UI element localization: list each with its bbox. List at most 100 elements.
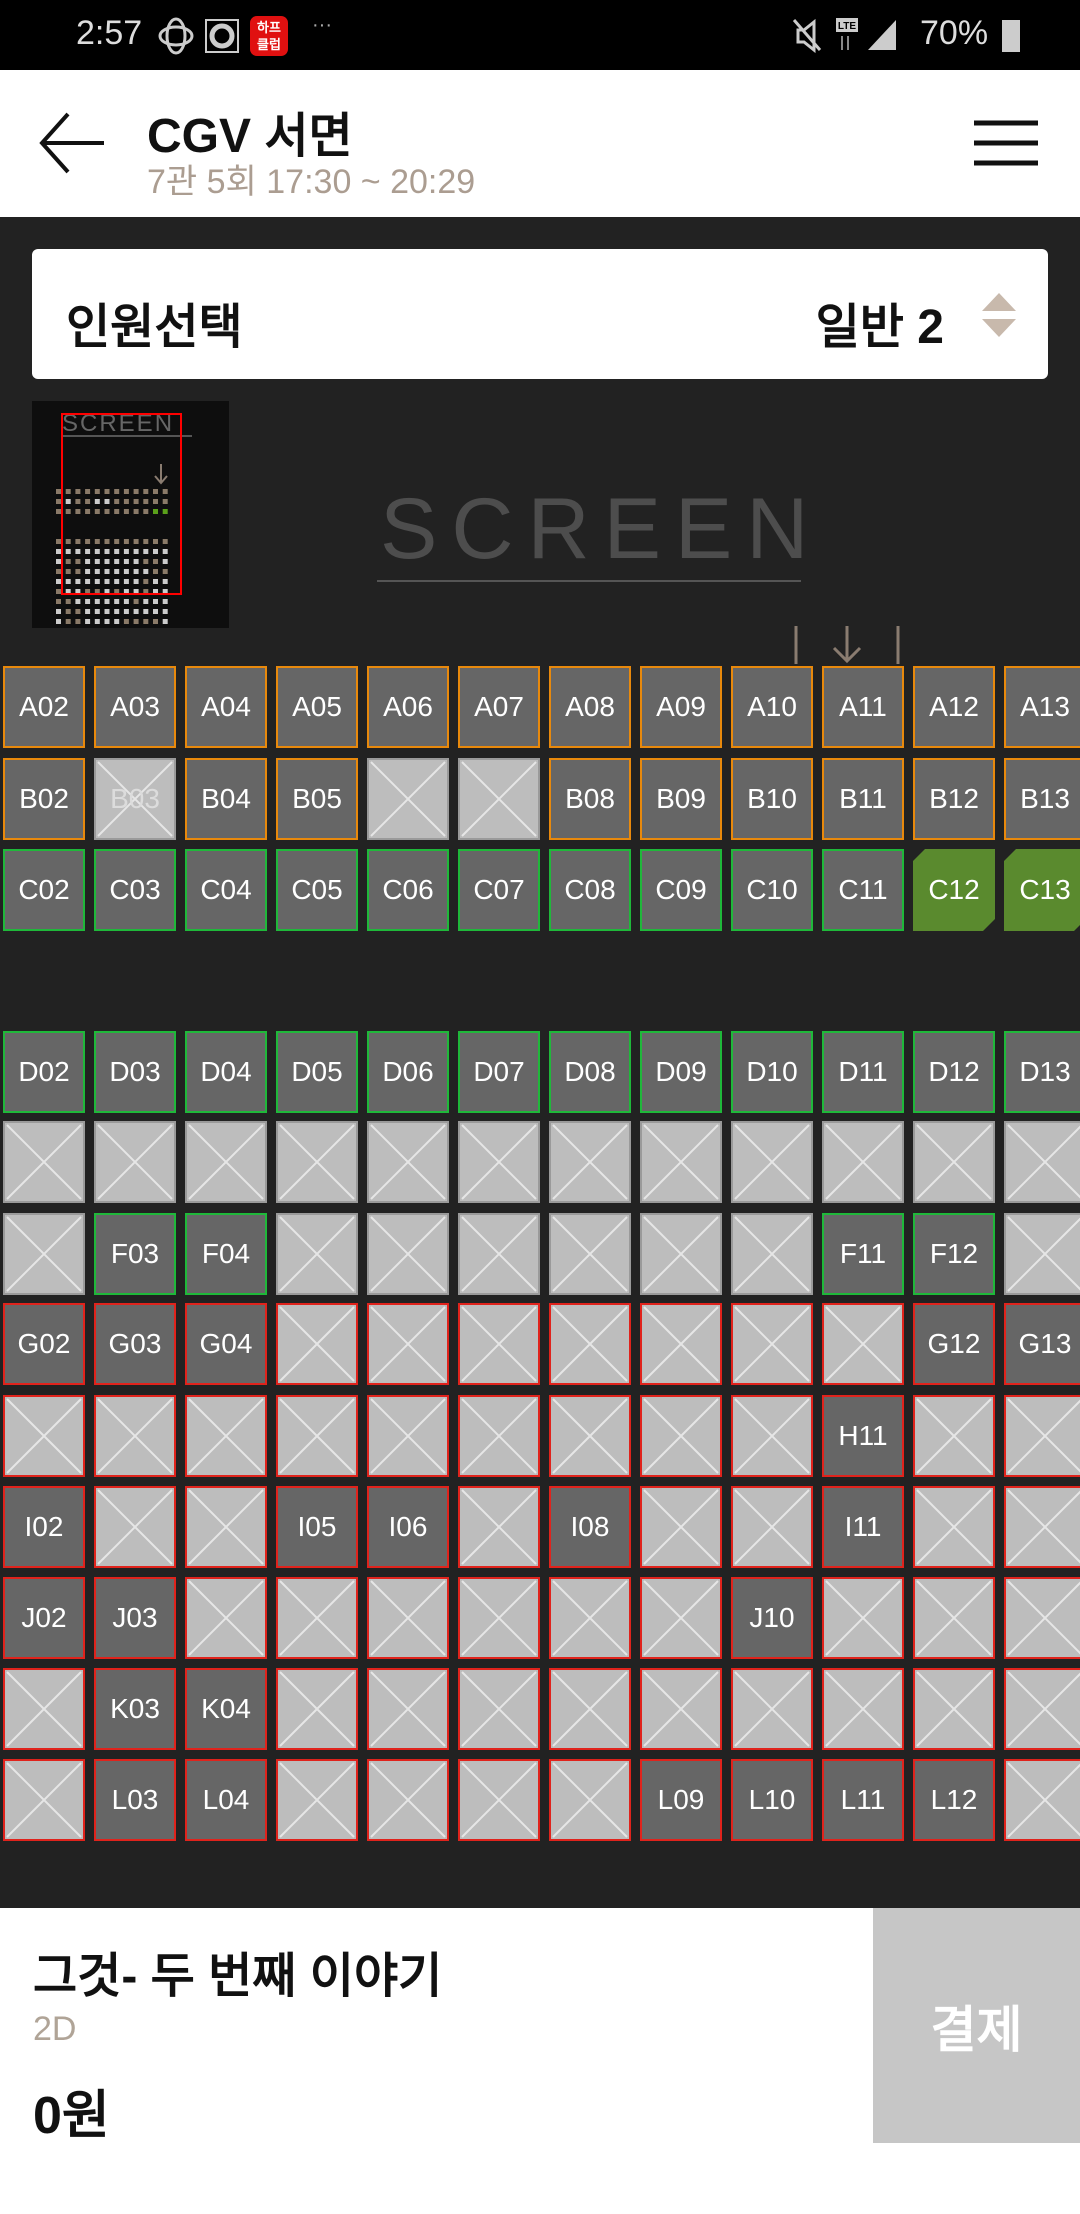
unavailable-x-icon bbox=[6, 1124, 82, 1200]
app-badge-icon: 하프클럽 bbox=[250, 16, 288, 56]
seat-B13[interactable]: B13 bbox=[1004, 758, 1080, 840]
seat-I05[interactable]: I05 bbox=[276, 1486, 358, 1568]
seat-L11[interactable]: L11 bbox=[822, 1759, 904, 1841]
seat-L09[interactable]: L09 bbox=[640, 1759, 722, 1841]
seat-D03[interactable]: D03 bbox=[94, 1031, 176, 1113]
seat-D11[interactable]: D11 bbox=[822, 1031, 904, 1113]
seat-C11[interactable]: C11 bbox=[822, 849, 904, 931]
seat-L12[interactable]: L12 bbox=[913, 1759, 995, 1841]
seat-label: D02 bbox=[18, 1056, 70, 1087]
seat-L03[interactable]: L03 bbox=[94, 1759, 176, 1841]
seat-H11[interactable]: H11 bbox=[822, 1395, 904, 1477]
back-button[interactable] bbox=[38, 110, 108, 176]
seat-I02[interactable]: I02 bbox=[3, 1486, 85, 1568]
minimap-viewport[interactable] bbox=[61, 413, 182, 595]
menu-button[interactable] bbox=[974, 118, 1038, 168]
seat-A04[interactable]: A04 bbox=[185, 666, 267, 748]
seat-D10[interactable]: D10 bbox=[731, 1031, 813, 1113]
seat-C07[interactable]: C07 bbox=[458, 849, 540, 931]
seat-minimap[interactable]: SCREEN bbox=[32, 401, 229, 628]
seat-A12[interactable]: A12 bbox=[913, 666, 995, 748]
seat-L04[interactable]: L04 bbox=[185, 1759, 267, 1841]
seat-K03[interactable]: K03 bbox=[94, 1668, 176, 1750]
seat-A05[interactable]: A05 bbox=[276, 666, 358, 748]
seat-C06[interactable]: C06 bbox=[367, 849, 449, 931]
unavailable-x-icon bbox=[6, 1398, 82, 1474]
seat-B04[interactable]: B04 bbox=[185, 758, 267, 840]
seat-D02[interactable]: D02 bbox=[3, 1031, 85, 1113]
seat-G02[interactable]: G02 bbox=[3, 1303, 85, 1385]
seat-C09[interactable]: C09 bbox=[640, 849, 722, 931]
seat-D07[interactable]: D07 bbox=[458, 1031, 540, 1113]
seat-I06[interactable]: I06 bbox=[367, 1486, 449, 1568]
seat-J07 bbox=[458, 1577, 540, 1659]
unavailable-x-icon bbox=[370, 1671, 446, 1747]
pay-button[interactable]: 결제 bbox=[873, 1908, 1080, 2143]
seat-F07 bbox=[458, 1213, 540, 1295]
seat-A02[interactable]: A02 bbox=[3, 666, 85, 748]
seat-D12[interactable]: D12 bbox=[913, 1031, 995, 1113]
seat-A07[interactable]: A07 bbox=[458, 666, 540, 748]
seat-C08[interactable]: C08 bbox=[549, 849, 631, 931]
seat-I08[interactable]: I08 bbox=[549, 1486, 631, 1568]
seat-J02[interactable]: J02 bbox=[3, 1577, 85, 1659]
seat-F04[interactable]: F04 bbox=[185, 1213, 267, 1295]
booking-footer: 그것- 두 번째 이야기 2D 0원 결제 bbox=[0, 1908, 1080, 2214]
seat-B12[interactable]: B12 bbox=[913, 758, 995, 840]
seat-label: G04 bbox=[199, 1328, 253, 1359]
seat-A10[interactable]: A10 bbox=[731, 666, 813, 748]
seat-C10[interactable]: C10 bbox=[731, 849, 813, 931]
seat-B08[interactable]: B08 bbox=[549, 758, 631, 840]
seat-B11[interactable]: B11 bbox=[822, 758, 904, 840]
seat-C12[interactable]: C12 bbox=[913, 849, 995, 931]
seat-G03[interactable]: G03 bbox=[94, 1303, 176, 1385]
seat-F12[interactable]: F12 bbox=[913, 1213, 995, 1295]
seat-A03[interactable]: A03 bbox=[94, 666, 176, 748]
seat-L10[interactable]: L10 bbox=[731, 1759, 813, 1841]
seat-A06[interactable]: A06 bbox=[367, 666, 449, 748]
seat-K04[interactable]: K04 bbox=[185, 1668, 267, 1750]
seat-F09 bbox=[640, 1213, 722, 1295]
seat-G13[interactable]: G13 bbox=[1004, 1303, 1080, 1385]
seat-I11[interactable]: I11 bbox=[822, 1486, 904, 1568]
seat-A08[interactable]: A08 bbox=[549, 666, 631, 748]
minimap-seat-dot bbox=[85, 619, 91, 624]
seat-A13[interactable]: A13 bbox=[1004, 666, 1080, 748]
seat-F11[interactable]: F11 bbox=[822, 1213, 904, 1295]
seat-C03[interactable]: C03 bbox=[94, 849, 176, 931]
unavailable-x-icon bbox=[279, 1580, 355, 1656]
seat-G04[interactable]: G04 bbox=[185, 1303, 267, 1385]
seat-A09[interactable]: A09 bbox=[640, 666, 722, 748]
seat-F03[interactable]: F03 bbox=[94, 1213, 176, 1295]
seat-A11[interactable]: A11 bbox=[822, 666, 904, 748]
sort-arrows-icon[interactable] bbox=[980, 291, 1018, 339]
seat-B10[interactable]: B10 bbox=[731, 758, 813, 840]
seat-D04[interactable]: D04 bbox=[185, 1031, 267, 1113]
seat-D13[interactable]: D13 bbox=[1004, 1031, 1080, 1113]
unavailable-x-icon bbox=[97, 1398, 173, 1474]
seat-label: G02 bbox=[17, 1328, 71, 1359]
seat-label: J10 bbox=[749, 1602, 795, 1633]
seat-D05[interactable]: D05 bbox=[276, 1031, 358, 1113]
seat-G12[interactable]: G12 bbox=[913, 1303, 995, 1385]
battery-icon bbox=[1002, 20, 1020, 52]
people-selector[interactable]: 인원선택 일반 2 bbox=[32, 249, 1048, 379]
seat-J03[interactable]: J03 bbox=[94, 1577, 176, 1659]
seat-B05[interactable]: B05 bbox=[276, 758, 358, 840]
seat-C04[interactable]: C04 bbox=[185, 849, 267, 931]
seat-D08[interactable]: D08 bbox=[549, 1031, 631, 1113]
seat-J10[interactable]: J10 bbox=[731, 1577, 813, 1659]
seat-C02[interactable]: C02 bbox=[3, 849, 85, 931]
seat-label: C03 bbox=[109, 874, 161, 905]
seat-B02[interactable]: B02 bbox=[3, 758, 85, 840]
unavailable-x-icon bbox=[188, 1398, 264, 1474]
seat-C05[interactable]: C05 bbox=[276, 849, 358, 931]
seat-C13[interactable]: C13 bbox=[1004, 849, 1080, 931]
minimap-seat-dot bbox=[104, 599, 110, 604]
seat-B09[interactable]: B09 bbox=[640, 758, 722, 840]
seat-D06[interactable]: D06 bbox=[367, 1031, 449, 1113]
seat-D09[interactable]: D09 bbox=[640, 1031, 722, 1113]
seat-label: A09 bbox=[656, 691, 706, 722]
seat-G11 bbox=[822, 1303, 904, 1385]
minimap-seat-dot bbox=[143, 599, 149, 604]
